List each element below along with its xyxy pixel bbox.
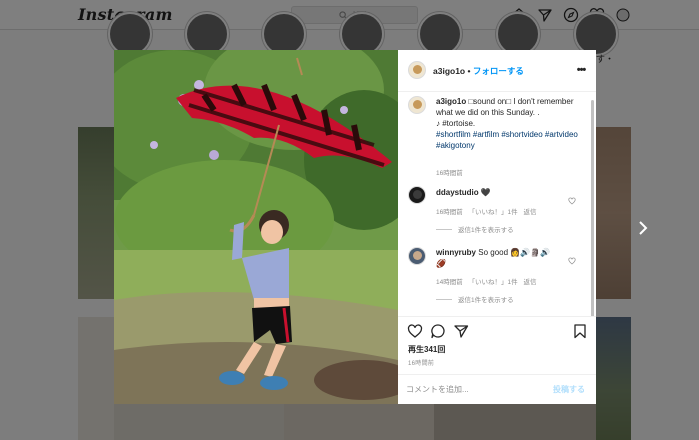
- comment-like-icon[interactable]: [568, 192, 576, 205]
- comments-scrollbar[interactable]: [591, 100, 594, 350]
- comment-meta: 16時間前 「いいね！」1件 返信: [436, 206, 536, 216]
- view-count[interactable]: 再生341回: [408, 344, 445, 355]
- commenter-username[interactable]: winnyruby: [436, 248, 476, 257]
- chevron-right-icon: [639, 221, 648, 235]
- save-icon[interactable]: [572, 323, 588, 339]
- like-icon[interactable]: [407, 323, 423, 339]
- comment-likes[interactable]: 「いいね！」1件: [469, 279, 518, 286]
- comment-like-icon[interactable]: [568, 252, 576, 265]
- view-replies-label[interactable]: 返信1件を表示する: [458, 294, 514, 304]
- post-header: a3igo1o • フォローする •••: [398, 50, 596, 92]
- commenter-avatar[interactable]: [408, 247, 426, 265]
- comment-icon[interactable]: [430, 323, 446, 339]
- view-replies[interactable]: 返信1件を表示する: [436, 224, 514, 234]
- caption-time: 16時間前: [436, 170, 463, 177]
- share-icon[interactable]: [453, 323, 469, 339]
- follow-button[interactable]: フォローする: [473, 66, 524, 76]
- post-caption: a3igo1o □sound on□ I don't remember what…: [436, 96, 586, 151]
- post-side-panel: a3igo1o • フォローする ••• a3igo1o □sound on□ …: [398, 50, 596, 404]
- view-replies[interactable]: 返信1件を表示する: [436, 294, 514, 304]
- caption-music: ♪ #tortoise.: [436, 119, 476, 128]
- view-replies-label[interactable]: 返信1件を表示する: [458, 224, 514, 234]
- caption-username[interactable]: a3igo1o: [436, 97, 466, 106]
- more-options-icon[interactable]: •••: [574, 63, 588, 77]
- comment-time: 16時間前: [436, 209, 463, 216]
- post-comment-button[interactable]: 投稿する: [553, 384, 585, 395]
- post-video[interactable]: [114, 50, 398, 404]
- next-post-arrow[interactable]: [636, 219, 650, 237]
- replies-divider: [436, 298, 452, 300]
- replies-divider: [436, 228, 452, 230]
- comment-meta: 14時間前 「いいね！」1件 返信: [436, 276, 536, 286]
- separator-dot: •: [467, 66, 471, 76]
- post-timestamp: 16時間前: [408, 361, 435, 367]
- comment-text: winnyruby So good 👩🔊🗿🔊: [436, 248, 550, 257]
- commenter-username[interactable]: ddaystudio: [436, 188, 479, 197]
- video-frame: [114, 50, 398, 404]
- add-comment-bar: コメントを追加... 投稿する: [398, 374, 596, 404]
- reply-button[interactable]: 返信: [523, 209, 536, 216]
- author-line: a3igo1o • フォローする: [433, 65, 524, 77]
- comment-input[interactable]: コメントを追加...: [406, 384, 469, 395]
- reply-button[interactable]: 返信: [523, 279, 536, 286]
- comment-likes[interactable]: 「いいね！」1件: [469, 209, 518, 216]
- comment-time: 14時間前: [436, 279, 463, 286]
- post-actions: 再生341回 16時間前: [398, 316, 596, 374]
- author-avatar[interactable]: [408, 61, 426, 79]
- caption-hashtags[interactable]: #shortfilm #artfilm #shortvideo #artvide…: [436, 130, 578, 150]
- commenter-avatar[interactable]: [408, 186, 426, 204]
- caption-avatar[interactable]: [408, 96, 426, 114]
- author-username[interactable]: a3igo1o: [433, 66, 465, 76]
- comment-text: ddaystudio 🖤: [436, 188, 491, 197]
- comment-body: So good 👩🔊🗿🔊: [478, 248, 551, 257]
- comment-body: 🖤: [480, 188, 491, 197]
- comment-body-cont: 🏈: [436, 259, 446, 268]
